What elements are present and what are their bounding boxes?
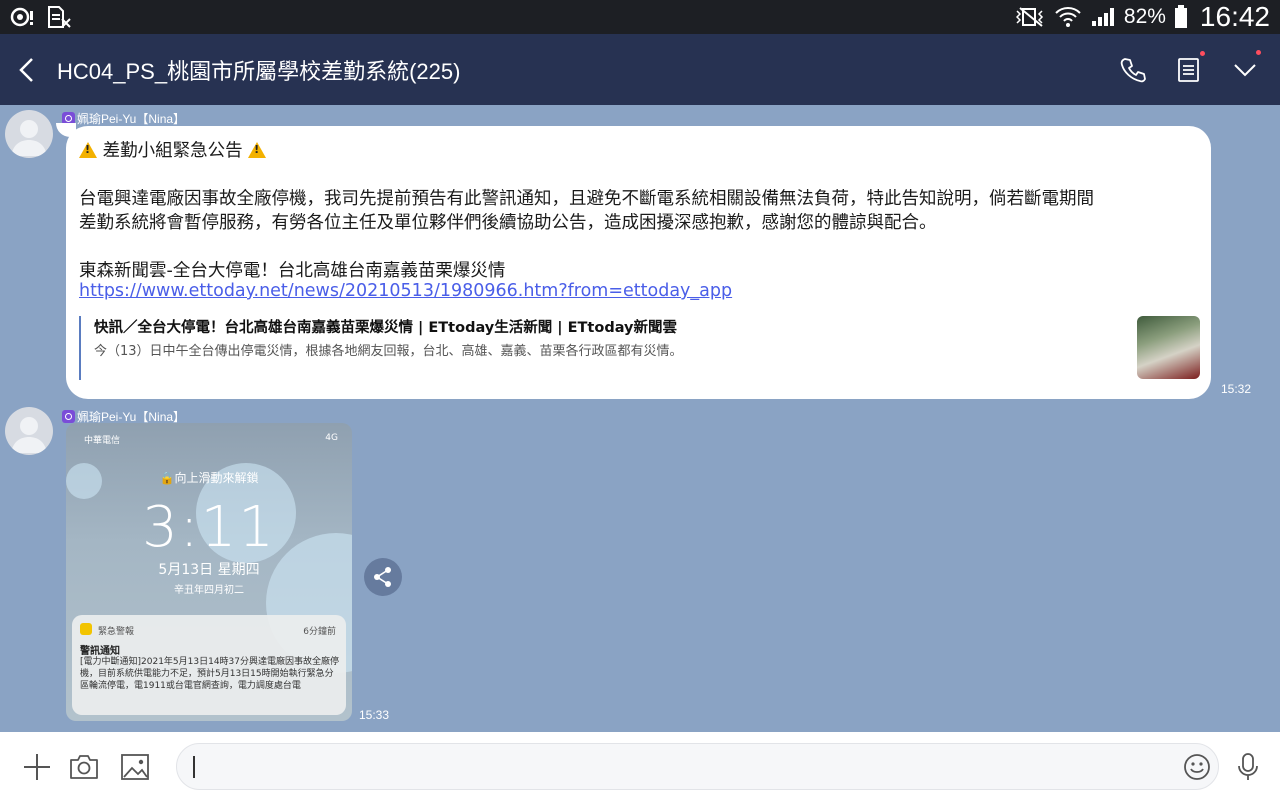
message-time: 15:32 bbox=[1221, 382, 1252, 396]
phone-icon[interactable] bbox=[1119, 56, 1147, 84]
preview-thumbnail bbox=[1137, 316, 1200, 379]
menu-new-dot bbox=[1256, 50, 1261, 55]
alert-body: [電力中斷通知]2021年5月13日14時37分興達電廠因事故全廠停機，目前系統… bbox=[80, 657, 340, 691]
signal-icon bbox=[1091, 8, 1114, 26]
notes-new-dot bbox=[1200, 51, 1205, 56]
phone-lunar-date: 辛丑年四月初二 bbox=[174, 585, 244, 596]
message-text-line: 台電興達電廠因事故全廠停機，我司先提前預告有此警訊通知，且避免不斷電系統相關設備… bbox=[79, 189, 1094, 209]
avatar[interactable] bbox=[5, 110, 53, 158]
input-bar bbox=[0, 732, 1280, 800]
warning-icon bbox=[248, 142, 267, 158]
avatar[interactable] bbox=[5, 407, 53, 455]
phone-clock: 3:11 bbox=[142, 495, 276, 560]
default-user-icon bbox=[11, 120, 47, 156]
phone-date: 5月13日 星期四 bbox=[158, 562, 260, 578]
announcement-title: 差勤小組緊急公告 bbox=[79, 137, 267, 162]
message-text-line: 差勤系統將會暫停服務，有勞各位主任及單位夥伴們後續協助公告，造成困擾深感抱歉，感… bbox=[79, 213, 937, 233]
back-arrow-icon[interactable] bbox=[14, 56, 40, 84]
news-link[interactable]: https://www.ettoday.net/news/20210513/19… bbox=[79, 281, 732, 301]
microphone-icon[interactable] bbox=[1233, 752, 1263, 782]
alert-icon bbox=[80, 623, 92, 635]
alert-time-ago: 6分鐘前 bbox=[303, 627, 336, 637]
default-user-icon bbox=[11, 417, 47, 453]
vibrate-icon bbox=[1015, 7, 1043, 27]
image-icon[interactable] bbox=[120, 752, 150, 782]
lock-icon: 🔒 bbox=[159, 471, 175, 485]
warning-icon bbox=[79, 142, 97, 158]
plus-icon[interactable] bbox=[22, 752, 52, 782]
text-cursor bbox=[193, 756, 195, 778]
message-input[interactable] bbox=[176, 743, 1219, 790]
share-icon bbox=[374, 567, 391, 587]
status-bar: 82% 16:42 bbox=[0, 0, 1280, 34]
battery-percent: 82% bbox=[1123, 5, 1166, 28]
preview-title: 快訊／全台大停電！台北高雄台南嘉義苗栗爆災情 | ETtoday生活新聞 | E… bbox=[94, 320, 677, 336]
message-text-line: 東森新聞雲-全台大停電！台北高雄台南嘉義苗栗爆災情 bbox=[79, 261, 506, 281]
link-preview-card[interactable]: 快訊／全台大停電！台北高雄台南嘉義苗栗爆災情 | ETtoday生活新聞 | E… bbox=[79, 316, 1201, 380]
message-bubble[interactable]: 差勤小組緊急公告 台電興達電廠因事故全廠停機，我司先提前預告有此警訊通知，且避免… bbox=[66, 126, 1211, 399]
chat-title[interactable]: HC04_PS_桃園市所屬學校差勤系統(225) bbox=[57, 54, 460, 86]
settings-sync-icon bbox=[10, 7, 33, 27]
alert-title: 警訊通知 bbox=[80, 646, 120, 657]
unlock-hint: 🔒向上滑動來解鎖 bbox=[159, 471, 259, 485]
member-badge-icon bbox=[62, 410, 75, 423]
image-message[interactable]: 中華電信 4G 🔒向上滑動來解鎖 3:11 5月13日 星期四 辛丑年四月初二 … bbox=[66, 423, 352, 721]
phone-network: 4G bbox=[325, 433, 338, 443]
emoji-icon[interactable] bbox=[1183, 753, 1211, 781]
sim-disabled-icon bbox=[48, 6, 71, 28]
camera-icon[interactable] bbox=[69, 752, 99, 782]
message-time: 15:33 bbox=[359, 708, 390, 722]
status-time: 16:42 bbox=[1199, 1, 1270, 32]
notes-icon[interactable] bbox=[1175, 56, 1203, 84]
alert-app-name: 緊急警報 bbox=[98, 627, 135, 637]
chevron-down-icon[interactable] bbox=[1231, 56, 1259, 84]
emergency-alert-card: 緊急警報 6分鐘前 警訊通知 [電力中斷通知]2021年5月13日14時37分興… bbox=[72, 615, 346, 715]
preview-description: 今（13）日中午全台傳出停電災情，根據各地網友回報，台北、高雄、嘉義、苗栗各行政… bbox=[94, 344, 683, 359]
chat-area[interactable]: 姵瑜Pei-Yu【Nina】 差勤小組緊急公告 台電興達電廠因事故全廠停機，我司… bbox=[0, 105, 1280, 732]
battery-icon bbox=[1174, 5, 1187, 28]
share-button[interactable] bbox=[364, 558, 402, 596]
wifi-icon bbox=[1055, 7, 1081, 27]
chat-header: HC04_PS_桃園市所屬學校差勤系統(225) bbox=[0, 34, 1280, 105]
phone-carrier: 中華電信 bbox=[84, 436, 121, 446]
sender-name: 姵瑜Pei-Yu【Nina】 bbox=[62, 110, 185, 127]
